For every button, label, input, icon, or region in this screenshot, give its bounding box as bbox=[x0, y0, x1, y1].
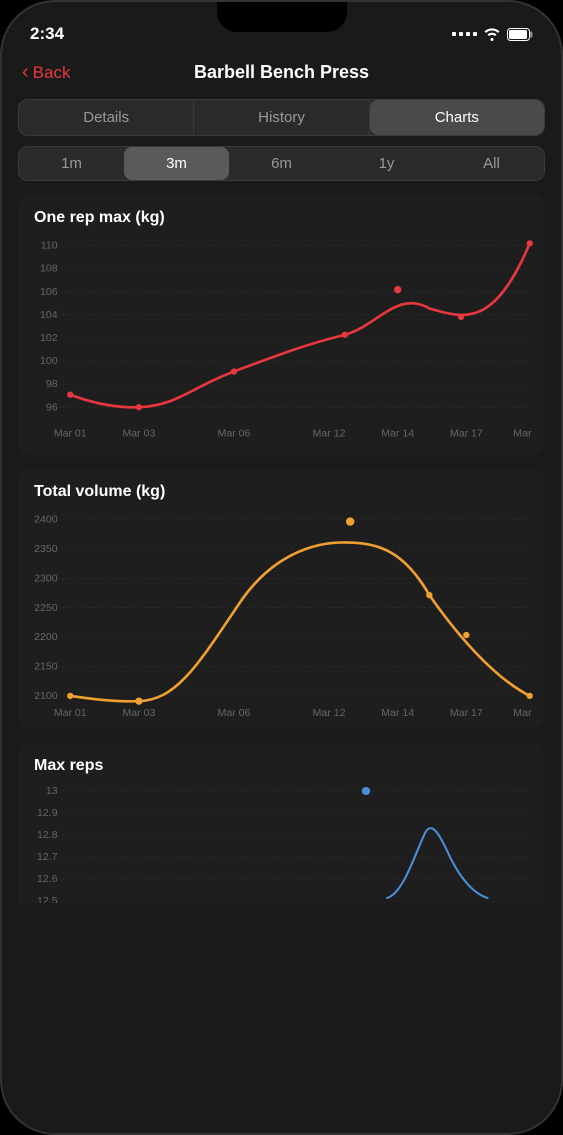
svg-text:2250: 2250 bbox=[34, 602, 58, 614]
svg-text:98: 98 bbox=[46, 378, 58, 390]
page-title: Barbell Bench Press bbox=[194, 62, 369, 83]
chart3-svg: 13 12.9 12.8 12.7 12.6 12.5 bbox=[28, 783, 535, 903]
svg-text:Mar 19: Mar 19 bbox=[513, 707, 535, 719]
back-label: Back bbox=[33, 63, 71, 83]
tab-charts[interactable]: Charts bbox=[370, 100, 544, 135]
status-icons bbox=[452, 28, 533, 41]
svg-text:Mar 01: Mar 01 bbox=[54, 428, 87, 440]
chart-total-volume: Total volume (kg) 2400 2350 2300 2250 22… bbox=[18, 469, 545, 729]
filter-all[interactable]: All bbox=[439, 147, 544, 180]
status-time: 2:34 bbox=[30, 24, 64, 44]
svg-text:Mar 06: Mar 06 bbox=[218, 428, 251, 440]
svg-text:2300: 2300 bbox=[34, 572, 58, 584]
svg-text:Mar 03: Mar 03 bbox=[122, 428, 155, 440]
tab-history[interactable]: History bbox=[194, 100, 369, 135]
svg-text:100: 100 bbox=[40, 355, 58, 367]
chart-one-rep-max: One rep max (kg) 110 108 106 104 102 100 bbox=[18, 195, 545, 455]
svg-text:Mar 14: Mar 14 bbox=[381, 428, 414, 440]
svg-text:Mar 14: Mar 14 bbox=[381, 707, 414, 719]
svg-text:12.7: 12.7 bbox=[37, 852, 58, 863]
svg-text:106: 106 bbox=[40, 286, 58, 298]
battery-icon bbox=[507, 28, 533, 41]
svg-text:12.6: 12.6 bbox=[37, 874, 58, 885]
svg-text:13: 13 bbox=[46, 786, 58, 797]
time-filter: 1m 3m 6m 1y All bbox=[18, 146, 545, 181]
nav-bar: ‹ Back Barbell Bench Press bbox=[2, 52, 561, 93]
svg-text:Mar 03: Mar 03 bbox=[122, 707, 155, 719]
svg-text:Mar 12: Mar 12 bbox=[313, 707, 346, 719]
chart-max-reps: Max reps 13 12.9 12.8 12.7 12.6 12.5 bbox=[18, 743, 545, 903]
svg-text:104: 104 bbox=[40, 309, 58, 321]
back-button[interactable]: ‹ Back bbox=[22, 61, 70, 84]
chart1-svg: 110 108 106 104 102 100 98 96 Mar bbox=[28, 235, 535, 445]
svg-text:108: 108 bbox=[40, 263, 58, 275]
svg-text:Mar 01: Mar 01 bbox=[54, 707, 87, 719]
svg-text:110: 110 bbox=[41, 240, 58, 252]
svg-text:Mar 19: Mar 19 bbox=[513, 428, 535, 440]
svg-text:102: 102 bbox=[40, 332, 58, 344]
chart2-container: 2400 2350 2300 2250 2200 2150 2100 Mar 0… bbox=[28, 509, 535, 719]
filter-1m[interactable]: 1m bbox=[19, 147, 124, 180]
chart2-title: Total volume (kg) bbox=[28, 483, 535, 501]
phone-frame: 2:34 ‹ Back Barbell Bench bbox=[0, 0, 563, 1135]
svg-text:2400: 2400 bbox=[34, 514, 58, 526]
wifi-icon bbox=[483, 28, 501, 41]
svg-text:12.8: 12.8 bbox=[37, 830, 58, 841]
svg-text:12.9: 12.9 bbox=[37, 808, 58, 819]
svg-text:Mar 12: Mar 12 bbox=[313, 428, 346, 440]
tab-bar: Details History Charts bbox=[18, 99, 545, 136]
svg-text:2350: 2350 bbox=[34, 543, 58, 555]
signal-icon bbox=[452, 32, 477, 36]
chart2-svg: 2400 2350 2300 2250 2200 2150 2100 Mar 0… bbox=[28, 509, 535, 719]
tab-details[interactable]: Details bbox=[19, 100, 194, 135]
svg-text:96: 96 bbox=[46, 401, 58, 413]
chart1-container: 110 108 106 104 102 100 98 96 Mar bbox=[28, 235, 535, 445]
svg-text:2200: 2200 bbox=[34, 631, 58, 643]
chart1-title: One rep max (kg) bbox=[28, 209, 535, 227]
chart3-container: 13 12.9 12.8 12.7 12.6 12.5 bbox=[28, 783, 535, 903]
notch bbox=[217, 2, 347, 32]
svg-text:12.5: 12.5 bbox=[37, 896, 58, 903]
back-chevron-icon: ‹ bbox=[22, 61, 29, 84]
svg-text:Mar 17: Mar 17 bbox=[450, 707, 483, 719]
filter-1y[interactable]: 1y bbox=[334, 147, 439, 180]
filter-6m[interactable]: 6m bbox=[229, 147, 334, 180]
svg-text:2150: 2150 bbox=[34, 661, 58, 673]
svg-text:Mar 06: Mar 06 bbox=[218, 707, 251, 719]
chart3-title: Max reps bbox=[28, 757, 535, 775]
svg-text:2100: 2100 bbox=[34, 690, 58, 702]
svg-text:Mar 17: Mar 17 bbox=[450, 428, 483, 440]
filter-3m[interactable]: 3m bbox=[124, 147, 229, 180]
